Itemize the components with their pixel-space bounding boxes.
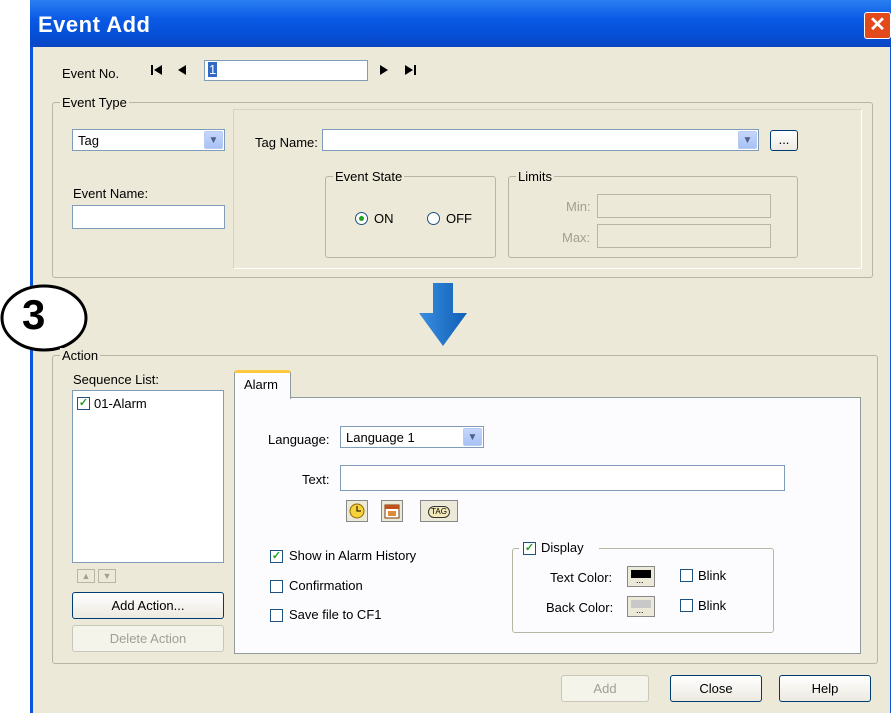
event-no-input[interactable]: 1 — [204, 60, 368, 81]
event-no-label: Event No. — [62, 66, 120, 81]
chevron-down-icon: ▼ — [463, 428, 482, 446]
event-name-label: Event Name: — [73, 186, 149, 201]
confirmation-checkbox[interactable] — [270, 580, 283, 593]
sequence-item-checkbox[interactable]: ✓ — [77, 397, 90, 410]
delete-action-button[interactable]: Delete Action — [72, 625, 224, 652]
text-color-label: Text Color: — [550, 570, 613, 585]
next-record-icon[interactable] — [378, 63, 390, 80]
display-checkbox[interactable]: ✓ — [523, 542, 536, 555]
last-record-icon[interactable] — [403, 63, 417, 80]
tag-name-select[interactable]: ▼ — [322, 129, 759, 151]
display-label: Display — [541, 540, 584, 555]
display-group — [512, 548, 774, 633]
add-action-button[interactable]: Add Action... — [72, 592, 224, 619]
event-name-input[interactable] — [72, 205, 225, 229]
list-item[interactable]: ✓ 01-Alarm — [77, 396, 217, 412]
event-type-group-label: Event Type — [60, 95, 129, 110]
language-select[interactable]: Language 1 ▼ — [340, 426, 484, 448]
tag-icon[interactable]: TAG — [420, 500, 458, 522]
calendar-icon[interactable] — [381, 500, 403, 522]
back-blink-label: Blink — [698, 598, 727, 613]
action-group-label: Action — [60, 348, 101, 363]
limits-min-input[interactable] — [597, 194, 771, 218]
title-bar[interactable] — [30, 0, 891, 47]
limits-min-label: Min: — [566, 199, 591, 214]
sequence-list[interactable]: ✓ 01-Alarm — [72, 390, 224, 563]
close-window-button[interactable]: ✕ — [864, 12, 891, 39]
clock-icon[interactable] — [346, 500, 368, 522]
show-in-alarm-history-checkbox[interactable]: ✓ — [270, 550, 283, 563]
tag-browse-button[interactable]: ... — [770, 130, 798, 151]
event-state-group-label: Event State — [333, 169, 405, 184]
limits-max-input[interactable] — [597, 224, 771, 248]
add-button[interactable]: Add — [561, 675, 649, 702]
back-color-button[interactable]: ... — [627, 596, 655, 617]
event-state-off-radio[interactable] — [427, 212, 440, 225]
confirmation-label: Confirmation — [289, 578, 363, 593]
save-file-label: Save file to CF1 — [289, 607, 382, 622]
back-blink-checkbox[interactable] — [680, 599, 693, 612]
alarm-text-input[interactable] — [340, 465, 785, 491]
text-color-button[interactable]: ... — [627, 566, 655, 587]
event-state-on-radio[interactable] — [355, 212, 368, 225]
save-file-checkbox[interactable] — [270, 609, 283, 622]
event-type-select[interactable]: Tag ▼ — [72, 129, 225, 151]
text-blink-checkbox[interactable] — [680, 569, 693, 582]
chevron-down-icon: ▼ — [738, 131, 757, 149]
close-button[interactable]: Close — [670, 675, 762, 702]
language-label: Language: — [268, 432, 330, 447]
help-button[interactable]: Help — [779, 675, 871, 702]
move-down-icon[interactable]: ▼ — [98, 569, 116, 583]
chevron-down-icon: ▼ — [204, 131, 223, 149]
tab-alarm[interactable]: Alarm — [234, 370, 291, 399]
prev-record-icon[interactable] — [176, 63, 188, 80]
event-state-off-label: OFF — [446, 211, 472, 226]
tag-name-label: Tag Name: — [255, 135, 318, 150]
event-state-on-label: ON — [374, 211, 394, 226]
limits-group-label: Limits — [516, 169, 554, 184]
text-blink-label: Blink — [698, 568, 727, 583]
sequence-list-label: Sequence List: — [73, 372, 160, 387]
back-color-label: Back Color: — [546, 600, 614, 615]
dialog-title: Event Add — [38, 12, 151, 37]
move-up-icon[interactable]: ▲ — [77, 569, 95, 583]
step-number-text: 3 — [22, 291, 46, 338]
first-record-icon[interactable] — [150, 63, 164, 80]
show-in-alarm-history-label: Show in Alarm History — [289, 548, 417, 563]
text-label: Text: — [302, 472, 330, 487]
down-arrow-icon — [418, 283, 468, 350]
limits-max-label: Max: — [562, 230, 591, 245]
